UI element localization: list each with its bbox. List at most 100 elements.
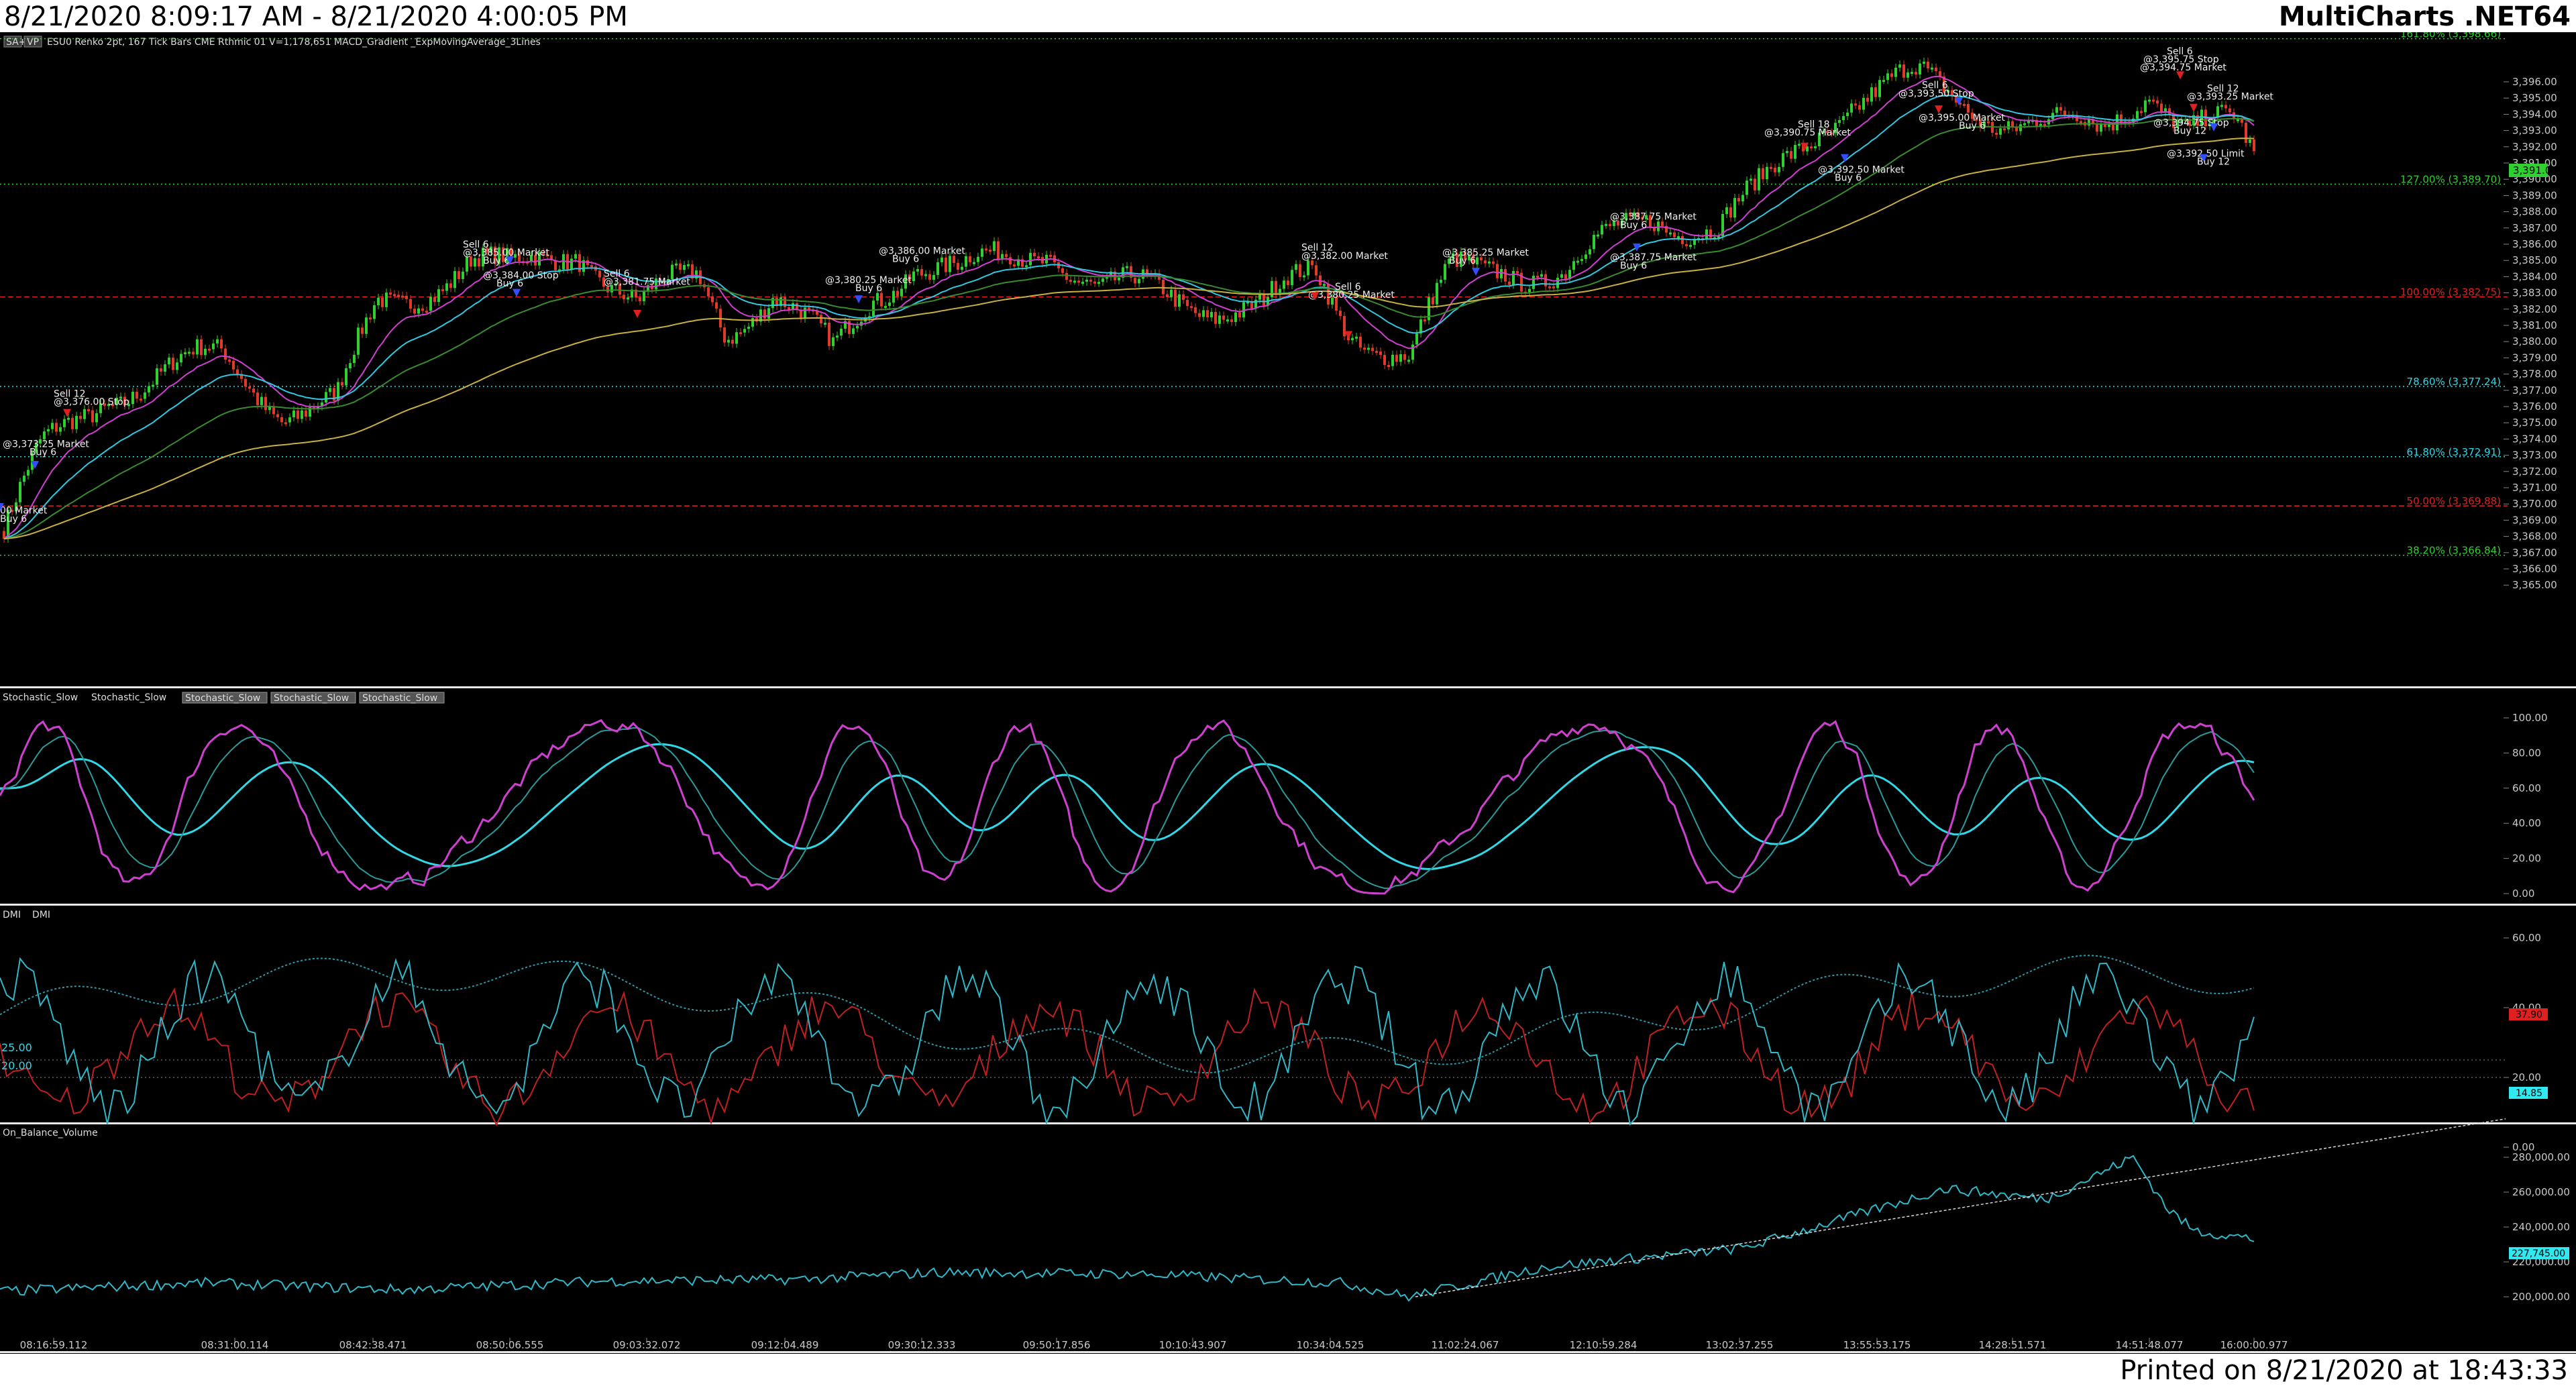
dmi-cyan-value: 14.85 xyxy=(2516,1088,2542,1099)
price-tick-label: 3,393.00 xyxy=(2512,125,2557,137)
trade-label: Buy 6 xyxy=(30,447,56,458)
trade-label: Buy 6 xyxy=(483,256,510,266)
trade-markers: Sell 12@3,376.00 Stop@3,373.25 MarketBuy… xyxy=(0,46,2273,525)
trade-label: Buy 6 xyxy=(1835,173,1862,184)
obv-line xyxy=(0,1155,2255,1302)
price-tick-label: 3,386.00 xyxy=(2512,238,2557,250)
fib-level-label: 38.20% (3,366.84) xyxy=(2407,545,2501,557)
trade-label: @3,380.25 Market xyxy=(1308,290,1395,301)
price-tick-label: 3,369.00 xyxy=(2512,514,2557,526)
indicator-badge-label: Stochastic_Slow xyxy=(362,693,437,704)
time-tick-label: 09:30:12.333 xyxy=(888,1339,956,1351)
trade-arrow xyxy=(2176,71,2184,80)
dmi-level-25: 25.00 xyxy=(1,1041,32,1054)
price-tick-label: 3,371.00 xyxy=(2512,482,2557,494)
price-tick-label: 3,374.00 xyxy=(2512,433,2557,445)
trade-label: Buy 12 xyxy=(2174,125,2206,136)
dmi-level-20: 20.00 xyxy=(1,1059,32,1072)
pane3-header: DMI DMI xyxy=(3,910,50,920)
time-tick-label: 14:51:48.077 xyxy=(2116,1339,2184,1351)
obv-value: 227,745.00 xyxy=(2512,1248,2565,1259)
trade-arrow xyxy=(2190,103,2198,112)
price-tick-label: 3,380.00 xyxy=(2512,335,2557,348)
trade-arrow xyxy=(633,310,641,319)
fib-level-label: 61.80% (3,372.91) xyxy=(2407,446,2501,458)
time-tick-label: 13:02:37.255 xyxy=(1706,1339,1774,1351)
price-tick-label: 3,370.00 xyxy=(2512,498,2557,510)
indicator-legend: Stochastic_Slow xyxy=(3,692,78,703)
price-tick-label: 3,377.00 xyxy=(2512,384,2557,396)
time-tick-label: 11:02:24.067 xyxy=(1432,1339,1499,1351)
indicator-legend: Stochastic_Slow xyxy=(91,692,166,703)
stochastic-tick-label: 80.00 xyxy=(2512,747,2541,759)
price-tick-label: 3,378.00 xyxy=(2512,368,2557,380)
obv-tick-label: 240,000.00 xyxy=(2512,1221,2570,1233)
dmi-lines xyxy=(0,955,2508,1127)
price-tick-label: 3,394.00 xyxy=(2512,108,2557,120)
stochastic-tick-label: 100.00 xyxy=(2512,712,2548,724)
moving-average-line xyxy=(3,138,2255,540)
trade-label: Buy 6 xyxy=(1449,256,1476,266)
time-tick-label: 16:00:00.977 xyxy=(2220,1339,2288,1351)
time-axis: 08:16:59.112 08:31:00.114 08:42:38.471 08:5… xyxy=(20,1338,2288,1351)
obv-axis: 280,000.00260,000.00240,000.00220,000.00… xyxy=(2504,1151,2570,1303)
pane-separator[interactable] xyxy=(0,686,2576,688)
pane2-header: Stochastic_Slow Stochastic_Slow Stochast… xyxy=(3,692,445,704)
price-tick-label: 3,373.00 xyxy=(2512,449,2557,462)
price-tick-label: 3,368.00 xyxy=(2512,531,2557,543)
obv-lines xyxy=(0,1118,2506,1302)
window-footer: Printed on 8/21/2020 at 18:43:33 xyxy=(0,1354,2576,1386)
moving-average-line xyxy=(3,95,2255,540)
indicator-badge-label: Stochastic_Slow xyxy=(185,693,260,704)
price-tick-label: 3,379.00 xyxy=(2512,352,2557,364)
date-range-title: 8/21/2020 8:09:17 AM - 8/21/2020 4:00:05… xyxy=(4,1,628,32)
price-tick-label: 3,388.00 xyxy=(2512,206,2557,218)
obv-tick-label: 200,000.00 xyxy=(2512,1291,2570,1303)
window-header: 8/21/2020 8:09:17 AM - 8/21/2020 4:00:05… xyxy=(0,0,2576,32)
stochastic-tick-label: 60.00 xyxy=(2512,782,2541,794)
time-tick-label: 09:03:32.072 xyxy=(613,1339,681,1351)
stochastic-axis: 100.00 80.00 60.00 40.00 20.00 0.00 xyxy=(2504,712,2548,900)
pane-separator[interactable] xyxy=(0,904,2576,906)
price-tick-label: 3,365.00 xyxy=(2512,579,2557,591)
pane-separator[interactable] xyxy=(0,1122,2576,1124)
trade-label: Buy 6 xyxy=(892,254,919,265)
fib-level-label: 127.00% (3,389.70) xyxy=(2400,173,2501,185)
trade-label: Buy 6 xyxy=(1620,220,1647,231)
trade-arrow xyxy=(513,288,521,297)
time-tick-label: 08:42:38.471 xyxy=(339,1339,407,1351)
stochastic-slow-line xyxy=(0,743,2255,870)
time-tick-label: 14:28:51.571 xyxy=(1979,1339,2047,1351)
time-tick-label: 12:10:59.284 xyxy=(1570,1339,1638,1351)
moving-averages xyxy=(3,75,2255,540)
time-tick-label: 08:50:06.555 xyxy=(476,1339,544,1351)
dmi-tick-label: 20.00 xyxy=(2512,1071,2541,1083)
price-tick-label: 3,395.00 xyxy=(2512,92,2557,104)
indicator-legend: DMI xyxy=(3,910,21,920)
time-tick-label: 10:10:43.907 xyxy=(1159,1339,1227,1351)
price-tick-label: 3,392.00 xyxy=(2512,141,2557,153)
obv-tick-label: 280,000.00 xyxy=(2512,1151,2570,1163)
last-price-marker: 3,391.00 xyxy=(2509,164,2558,177)
time-tick-label: 09:50:17.856 xyxy=(1023,1339,1091,1351)
moving-average-line xyxy=(3,117,2255,540)
renko-bars xyxy=(3,57,2255,543)
trade-arrow xyxy=(1472,268,1480,276)
trade-label: @3,381.75 Market xyxy=(604,277,690,288)
trade-label: Buy 6 xyxy=(855,283,882,294)
price-tick-label: 3,389.00 xyxy=(2512,189,2557,201)
obv-tick-label: 260,000.00 xyxy=(2512,1186,2570,1198)
chart-area[interactable]: SA+ VP ESU0 Renko 2pt, 167 Tick Bars CME… xyxy=(0,32,2576,1354)
fib-level-label: 161.80% (3,398.66) xyxy=(2400,32,2501,40)
indicator-badge-label: Stochastic_Slow xyxy=(274,693,349,704)
trade-label: @3,376.00 Stop xyxy=(54,397,129,408)
price-tick-label: 3,375.00 xyxy=(2512,417,2557,429)
last-price-label: 3,391.00 xyxy=(2513,164,2558,176)
stochastic-tick-label: 0.00 xyxy=(2512,888,2534,900)
stochastic-tick-label: 20.00 xyxy=(2512,853,2541,865)
time-tick-label: 10:34:04.525 xyxy=(1297,1339,1364,1351)
price-tick-label: 3,376.00 xyxy=(2512,401,2557,413)
fib-level-label: 50.00% (3,369.88) xyxy=(2407,495,2501,507)
brand-title: MultiCharts .NET64 xyxy=(2278,1,2571,32)
price-tick-label: 3,372.00 xyxy=(2512,466,2557,478)
